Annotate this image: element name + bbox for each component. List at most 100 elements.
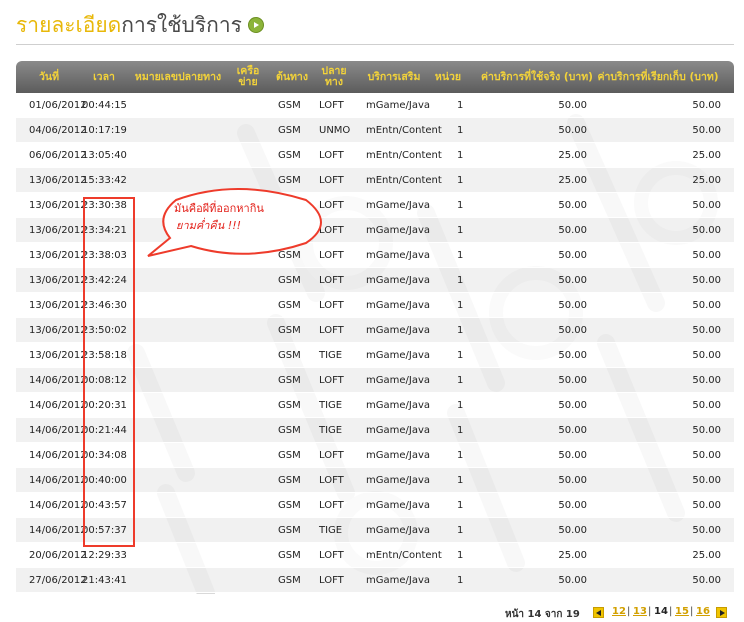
cell-date: 20/06/2012 (29, 550, 87, 561)
annotation-line2: ยามค่ำคืน !!! (176, 219, 242, 232)
page-link-12[interactable]: 12 (612, 606, 626, 617)
cell-billed: 50.00 (692, 575, 721, 586)
cell-origin: GSM (278, 275, 301, 286)
cell-service: mEntn/Content (366, 150, 442, 161)
cell-used: 25.00 (558, 150, 587, 161)
highlight-box (83, 197, 135, 547)
cell-used: 50.00 (558, 450, 587, 461)
page-info: หน้า 14 จาก 19 (505, 609, 580, 620)
cell-used: 50.00 (558, 525, 587, 536)
cell-used: 50.00 (558, 400, 587, 411)
page-link-15[interactable]: 15 (675, 606, 689, 617)
cell-billed: 50.00 (692, 525, 721, 536)
cell-origin: GSM (278, 500, 301, 511)
page-link-13[interactable]: 13 (633, 606, 647, 617)
cell-service: mGame/Java (366, 375, 431, 386)
cell-date: 06/06/2012 (29, 150, 87, 161)
page-separator: | (627, 606, 631, 617)
cell-service: mGame/Java (366, 325, 431, 336)
cell-dest: TIGE (319, 350, 343, 361)
cell-dest: LOFT (319, 300, 344, 311)
cell-dest: TIGE (319, 400, 343, 411)
cell-unit: 1 (457, 525, 464, 536)
cell-time: 00:44:15 (82, 100, 127, 111)
cell-used: 50.00 (558, 100, 587, 111)
cell-unit: 1 (457, 475, 464, 486)
cell-date: 27/06/2012 (29, 575, 87, 586)
cell-dest: TIGE (319, 525, 343, 536)
cell-date: 13/06/2012 (29, 200, 87, 211)
cell-date: 14/06/2012 (29, 425, 87, 436)
page-title: รายละเอียด การใช้บริการ (16, 10, 264, 40)
cell-date: 14/06/2012 (29, 475, 87, 486)
cell-used: 50.00 (558, 275, 587, 286)
cell-used: 50.00 (558, 475, 587, 486)
cell-date: 13/06/2012 (29, 250, 87, 261)
cell-unit: 1 (457, 100, 464, 111)
cell-billed: 50.00 (692, 225, 721, 236)
cell-used: 50.00 (558, 575, 587, 586)
page-current-14: 14 (654, 606, 668, 617)
table-row: 04/06/2012 10:17:19 GSM UNMO mEntn/Content 1 5… (16, 118, 734, 143)
cell-date: 04/06/2012 (29, 125, 87, 136)
cell-billed: 25.00 (692, 150, 721, 161)
next-page-icon[interactable] (716, 607, 727, 618)
cell-dest: LOFT (319, 150, 344, 161)
cell-service: mGame/Java (366, 225, 431, 236)
cell-date: 14/06/2012 (29, 525, 87, 536)
prev-page-icon[interactable] (593, 607, 604, 618)
cell-service: mGame/Java (366, 275, 431, 286)
page-title-part1: รายละเอียด (16, 13, 122, 37)
cell-unit: 1 (457, 350, 464, 361)
cell-service: mGame/Java (366, 425, 431, 436)
cell-dest: LOFT (319, 475, 344, 486)
cell-service: mGame/Java (366, 100, 431, 111)
cell-origin: GSM (278, 400, 301, 411)
table-row: 27/06/2012 21:43:41 GSM LOFT mGame/Java 1 50.0… (16, 568, 734, 593)
cell-used: 50.00 (558, 125, 587, 136)
cell-origin: GSM (278, 475, 301, 486)
cell-unit: 1 (457, 175, 464, 186)
cell-dest: LOFT (319, 375, 344, 386)
cell-origin: GSM (278, 575, 301, 586)
cell-billed: 25.00 (692, 175, 721, 186)
cell-service: mEntn/Content (366, 550, 442, 561)
cell-unit: 1 (457, 275, 464, 286)
cell-dest: LOFT (319, 550, 344, 561)
cell-billed: 50.00 (692, 250, 721, 261)
table-header: วันที่ เวลา หมายเลขปลายทาง เครือข่าย ต้น… (16, 61, 734, 93)
page-separator: | (669, 606, 673, 617)
cell-origin: GSM (278, 525, 301, 536)
header-destination: ปลายทาง (321, 65, 347, 88)
table-row: 01/06/2012 00:44:15 GSM LOFT mGame/Java 1 50.0… (16, 93, 734, 118)
cell-date: 13/06/2012 (29, 275, 87, 286)
cell-used: 50.00 (558, 500, 587, 511)
cell-billed: 50.00 (692, 375, 721, 386)
page-link-16[interactable]: 16 (696, 606, 710, 617)
header-charge-billed: ค่าบริการที่เรียกเก็บ (บาท) (597, 70, 719, 83)
table-row: 06/06/2012 13:05:40 GSM LOFT mEntn/Content 1 2… (16, 143, 734, 168)
cell-used: 50.00 (558, 250, 587, 261)
cell-service: mEntn/Content (366, 175, 442, 186)
cell-used: 50.00 (558, 350, 587, 361)
cell-date: 14/06/2012 (29, 400, 87, 411)
cell-date: 01/06/2012 (29, 100, 87, 111)
play-icon[interactable] (247, 17, 264, 33)
cell-unit: 1 (457, 375, 464, 386)
cell-origin: GSM (278, 150, 301, 161)
page-title-part2: การใช้บริการ (121, 13, 242, 37)
cell-date: 13/06/2012 (29, 350, 87, 361)
cell-unit: 1 (457, 150, 464, 161)
cell-used: 50.00 (558, 325, 587, 336)
cell-service: mGame/Java (366, 300, 431, 311)
cell-billed: 50.00 (692, 500, 721, 511)
cell-service: mGame/Java (366, 450, 431, 461)
header-network: เครือข่าย (236, 65, 260, 88)
cell-billed: 25.00 (692, 550, 721, 561)
cell-time: 10:17:19 (82, 125, 127, 136)
cell-dest: UNMO (319, 125, 351, 136)
cell-billed: 50.00 (692, 325, 721, 336)
cell-origin: GSM (278, 350, 301, 361)
cell-date: 13/06/2012 (29, 300, 87, 311)
cell-dest: LOFT (319, 500, 344, 511)
